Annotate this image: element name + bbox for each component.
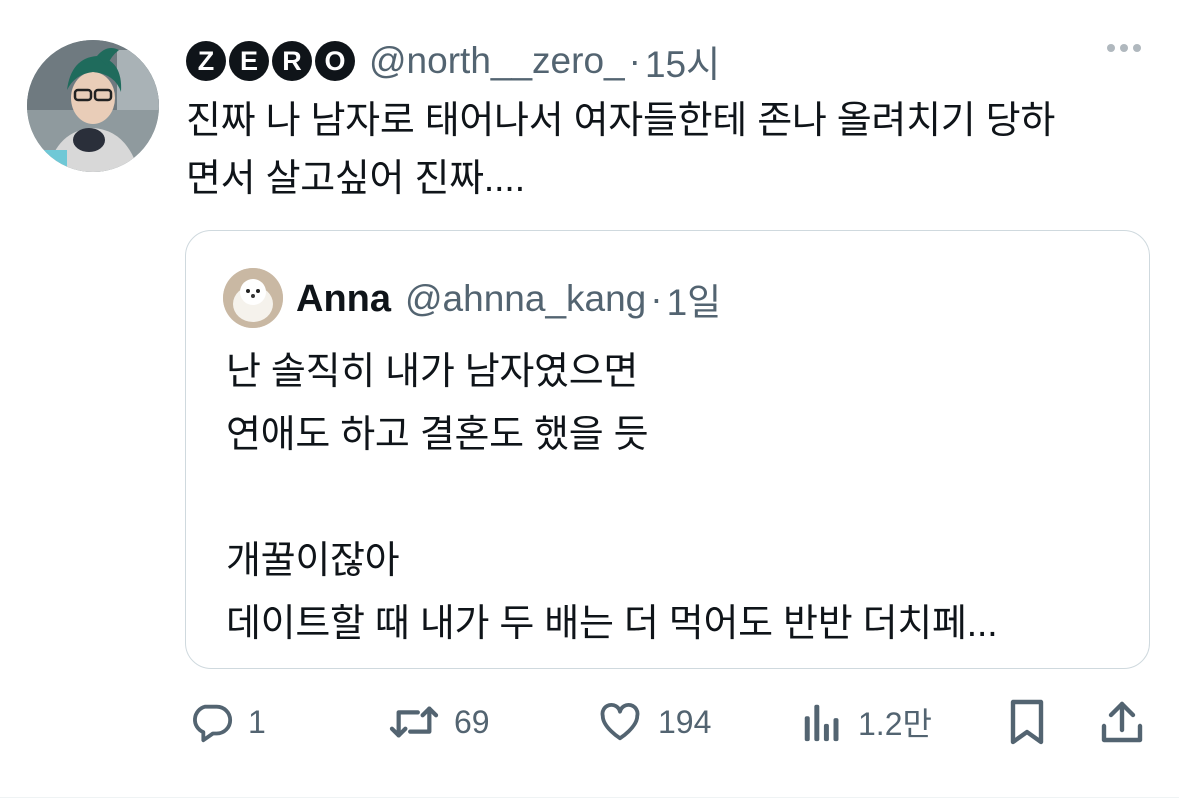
reply-bubble-icon — [193, 704, 233, 743]
action-bar: 1 69 194 1.2만 — [0, 690, 1179, 754]
heart-icon — [600, 702, 640, 741]
share-upload-icon — [1101, 701, 1143, 743]
name-letter: E — [229, 41, 269, 81]
reply-count: 1 — [248, 703, 266, 740]
views-count: 1.2만 — [858, 706, 932, 742]
quoted-author-name: Anna — [296, 277, 391, 320]
separator-dot: · — [628, 40, 641, 81]
quoted-author-avatar — [223, 268, 283, 328]
divider — [0, 797, 1179, 798]
quoted-timestamp: 1일 — [666, 282, 722, 323]
tweet-text: 진짜 나 남자로 태어나서 여자들한테 존나 올려치기 당하 면서 살고싶어 진… — [186, 100, 1055, 200]
quoted-header: Anna @ahnna_kang · 1일 — [296, 271, 721, 327]
quoted-text: 난 솔직히 내가 남자였으면 연애도 하고 결혼도 했을 듯 개꿀이잖아 데이트… — [226, 351, 998, 645]
share-button[interactable] — [1098, 690, 1146, 754]
tweet-header: Z E R O @north__zero_ · 15시 — [186, 34, 720, 88]
views-chart-icon — [804, 704, 839, 742]
retweet-icon — [389, 706, 439, 738]
name-letter: Z — [186, 41, 226, 81]
author-avatar[interactable] — [27, 40, 159, 172]
retweet-button[interactable]: 69 — [388, 690, 490, 754]
separator-dot: · — [650, 278, 663, 319]
name-letter: O — [315, 41, 355, 81]
quoted-tweet[interactable]: Anna @ahnna_kang · 1일 난 솔직히 내가 남자였으면 연애도… — [185, 230, 1150, 669]
like-count: 194 — [658, 703, 712, 740]
bookmark-button[interactable] — [1005, 690, 1049, 754]
views-button[interactable]: 1.2만 — [800, 690, 932, 754]
author-display-name[interactable]: Z E R O — [186, 41, 355, 81]
more-dots-icon[interactable] — [1107, 44, 1141, 52]
bookmark-icon — [1010, 699, 1044, 745]
author-handle[interactable]: @north__zero_ — [369, 40, 625, 82]
quoted-author-handle: @ahnna_kang — [405, 278, 647, 319]
reply-button[interactable]: 1 — [188, 690, 266, 754]
name-letter: R — [272, 41, 312, 81]
tweet-timestamp[interactable]: 15시 — [645, 34, 720, 88]
like-button[interactable]: 194 — [596, 690, 711, 754]
retweet-count: 69 — [454, 703, 490, 740]
